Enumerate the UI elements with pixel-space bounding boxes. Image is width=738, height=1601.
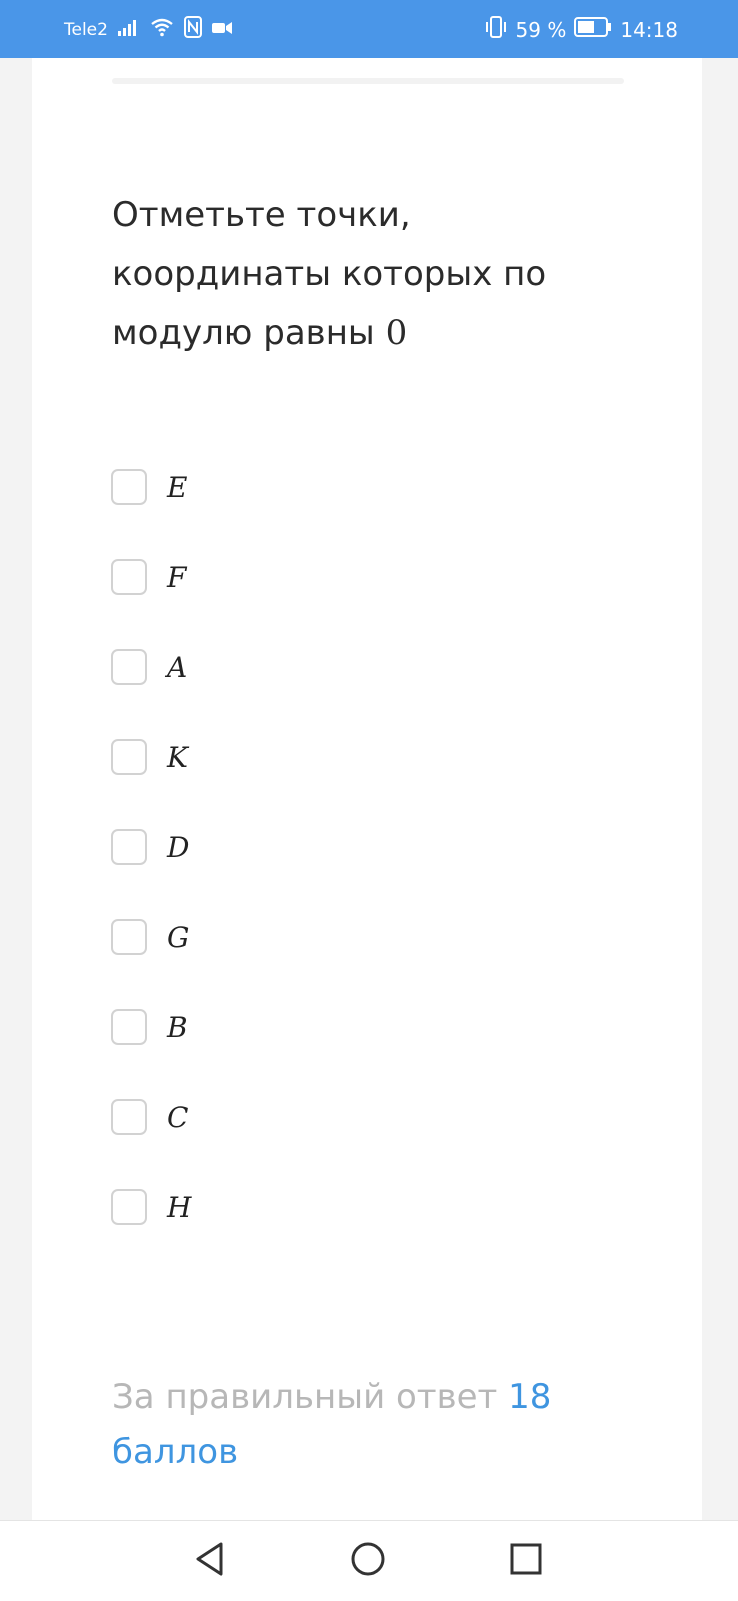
system-nav-bar	[0, 1520, 738, 1601]
back-triangle-icon[interactable]	[190, 1539, 230, 1579]
option-label: F	[167, 561, 187, 594]
option-label: B	[167, 1011, 188, 1044]
vibrate-icon	[484, 16, 508, 43]
option-d[interactable]: D	[111, 829, 191, 920]
option-a[interactable]: A	[111, 649, 191, 740]
question-math: 0	[385, 313, 408, 353]
options-list: E F A K D G B C H	[111, 469, 192, 1280]
checkbox[interactable]	[111, 559, 147, 595]
status-right: 59 % 14:18	[484, 16, 678, 43]
score-unit: баллов	[112, 1432, 239, 1472]
checkbox[interactable]	[111, 919, 147, 955]
status-bar: Tele2 59 % 14:18	[0, 0, 738, 58]
divider	[112, 78, 624, 84]
signal-icon	[117, 18, 140, 41]
checkbox[interactable]	[111, 739, 147, 775]
checkbox[interactable]	[111, 829, 147, 865]
option-k[interactable]: K	[111, 739, 191, 830]
home-circle-icon[interactable]	[348, 1539, 388, 1579]
wifi-icon	[150, 17, 174, 42]
checkbox[interactable]	[111, 1009, 147, 1045]
checkbox[interactable]	[111, 649, 147, 685]
option-label: G	[167, 921, 190, 954]
question-text: Отметьте точки, координаты которых по мо…	[112, 186, 632, 363]
nfc-icon	[183, 16, 202, 43]
recents-square-icon[interactable]	[506, 1539, 546, 1579]
option-label: C	[167, 1101, 189, 1134]
option-e[interactable]: E	[111, 469, 191, 560]
option-f[interactable]: F	[111, 559, 191, 650]
option-c[interactable]: C	[111, 1099, 191, 1190]
checkbox[interactable]	[111, 469, 147, 505]
option-label: H	[167, 1191, 192, 1224]
clock: 14:18	[620, 17, 678, 42]
option-label: D	[167, 831, 190, 864]
status-left: Tele2	[64, 16, 232, 43]
option-b[interactable]: B	[111, 1009, 191, 1100]
checkbox[interactable]	[111, 1189, 147, 1225]
option-g[interactable]: G	[111, 919, 191, 1010]
video-icon	[211, 20, 232, 40]
option-label: K	[167, 741, 188, 774]
question-body: Отметьте точки, координаты которых по мо…	[112, 195, 547, 353]
option-label: A	[167, 651, 188, 684]
question-card: Отметьте точки, координаты которых по мо…	[32, 58, 702, 1585]
score-points: 18	[508, 1377, 552, 1417]
option-label: E	[167, 471, 188, 504]
option-h[interactable]: H	[111, 1189, 192, 1280]
checkbox[interactable]	[111, 1099, 147, 1135]
battery-icon	[574, 17, 612, 42]
carrier-name: Tele2	[64, 19, 108, 40]
battery-percent: 59 %	[515, 17, 567, 42]
score-info: За правильный ответ 18 баллов	[112, 1370, 572, 1480]
score-prefix: За правильный ответ	[112, 1377, 498, 1417]
